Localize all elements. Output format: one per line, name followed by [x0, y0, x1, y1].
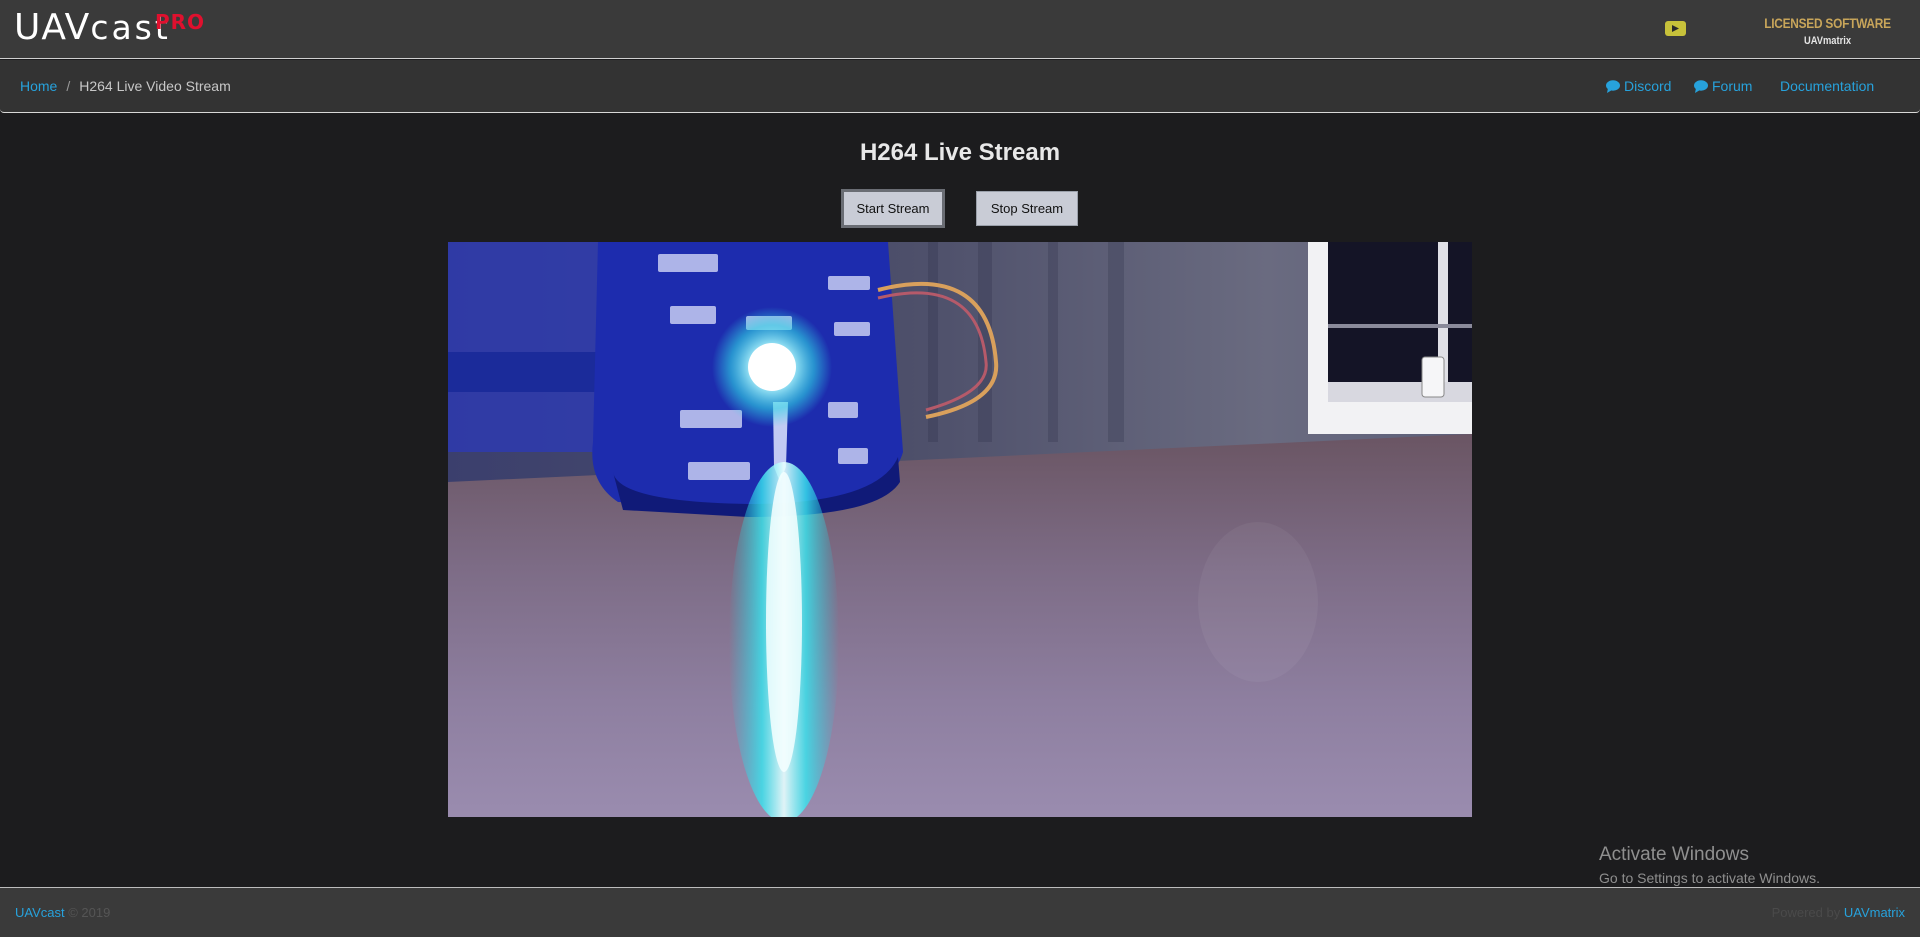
watermark-subtitle: Go to Settings to activate Windows.	[1599, 870, 1820, 886]
breadcrumb-current: H264 Live Video Stream	[79, 78, 231, 94]
license-info: LICENSED SOFTWARE UAVmatrix	[1740, 15, 1915, 47]
pro-badge: PRO	[155, 10, 206, 34]
windows-activation-watermark: Activate Windows Go to Settings to activ…	[1599, 844, 1820, 886]
start-stream-button[interactable]: Start Stream	[841, 189, 945, 228]
top-header: UAVcast PRO LICENSED SOFTWARE UAVmatrix	[0, 0, 1920, 59]
breadcrumb-home-link[interactable]: Home	[20, 78, 57, 94]
page-footer: UAVcast © 2019 Powered by UAVmatrix	[0, 887, 1920, 937]
forum-link[interactable]: Forum	[1694, 78, 1752, 94]
forum-label: Forum	[1712, 78, 1753, 94]
video-frame	[448, 242, 1472, 817]
page-title: H264 Live Stream	[859, 139, 1061, 166]
breadcrumb: Home / H264 Live Video Stream	[20, 78, 231, 94]
footer-powered-label: Powered by	[1771, 905, 1844, 920]
footer-copyright: UAVcast © 2019	[15, 905, 110, 920]
uavcast-pro-logo[interactable]: UAVcast PRO	[14, 8, 204, 48]
documentation-link[interactable]: Documentation	[1780, 78, 1874, 94]
documentation-label: Documentation	[1780, 78, 1875, 94]
discord-link[interactable]: Discord	[1606, 78, 1671, 94]
youtube-icon[interactable]	[1665, 21, 1686, 36]
comment-icon	[1606, 79, 1620, 93]
license-label: LICENSED SOFTWARE	[1764, 15, 1891, 31]
stop-stream-button[interactable]: Stop Stream	[976, 191, 1078, 226]
footer-uavmatrix-link[interactable]: UAVmatrix	[1844, 905, 1905, 920]
footer-brand-link[interactable]: UAVcast	[15, 905, 65, 920]
comment-icon	[1694, 79, 1708, 93]
footer-copyright-text: © 2019	[64, 905, 111, 920]
video-stream-player[interactable]	[448, 242, 1472, 817]
license-owner: UAVmatrix	[1803, 35, 1852, 47]
breadcrumb-navbar: Home / H264 Live Video Stream Discord Foru…	[0, 60, 1920, 113]
watermark-title: Activate Windows	[1599, 844, 1749, 865]
discord-label: Discord	[1624, 78, 1672, 94]
footer-powered-by: Powered by UAVmatrix	[1772, 905, 1905, 920]
breadcrumb-separator: /	[66, 78, 71, 94]
